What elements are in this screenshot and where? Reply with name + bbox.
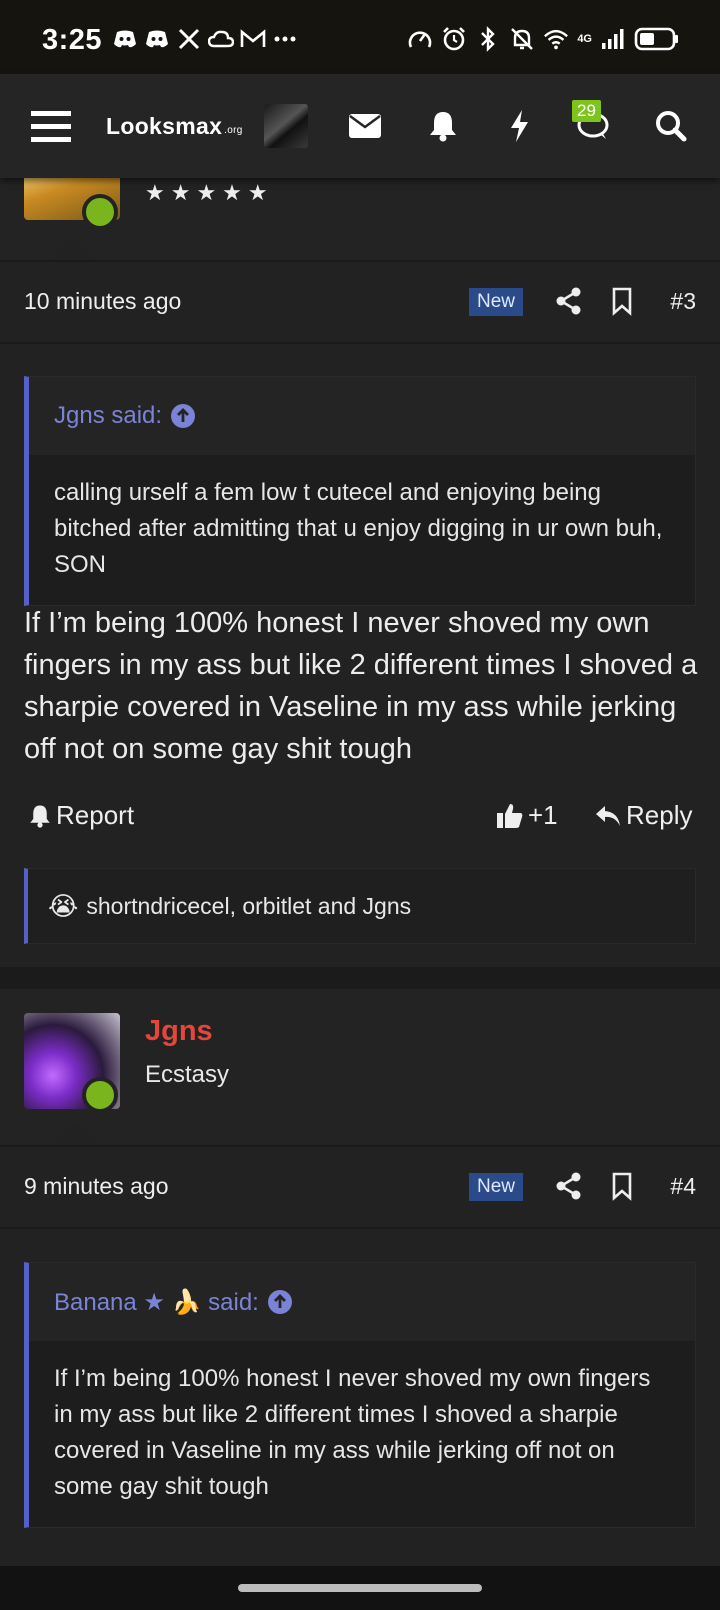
signal-icon [600,26,626,52]
like-count: +1 [528,800,558,830]
logo-suffix: .org [224,124,243,136]
online-indicator [82,194,118,230]
search-icon [656,111,687,142]
divider [0,1227,720,1229]
app-navbar: Looksmax .org 29 [0,74,720,178]
share-icon[interactable] [554,1171,584,1201]
lightning-icon [511,110,528,142]
conversations-button[interactable] [570,74,616,178]
bluetooth-icon [475,26,501,52]
post-3-meta: 10 minutes ago New #3 [0,262,720,342]
status-time: 3:25 [42,24,103,56]
home-gesture-handle[interactable] [238,1584,482,1592]
share-icon[interactable] [554,286,584,316]
new-badge: New [469,288,524,316]
bell-icon [430,112,456,142]
post-number[interactable]: #4 [670,1173,696,1200]
reply-icon [596,805,620,826]
wifi-icon [543,26,569,52]
whats-new-button[interactable] [496,74,542,178]
divider [0,342,720,344]
alarm-icon [441,26,467,52]
user-rating-stars: ★★★★★ [145,180,274,205]
system-nav-bar [0,1566,720,1610]
gmail-icon [240,26,266,52]
notification-icons [112,26,298,52]
quote-author: Banana ★ 🍌 said: [54,1288,259,1316]
quote-attribution[interactable]: Banana ★ 🍌 said: [29,1263,695,1341]
post-3-actions: Report +1 Reply [0,792,720,842]
arrow-up-circle-icon[interactable] [170,403,196,429]
like-button[interactable]: +1 [496,800,558,831]
thumbs-up-icon [497,803,523,828]
report-button[interactable]: Report [28,800,134,831]
mute-icon [509,26,535,52]
bookmark-icon[interactable] [607,1171,637,1201]
alerts-button[interactable] [418,74,468,178]
system-icons: 4G [407,26,680,52]
logo-text: Looksmax [106,112,223,139]
more-icon [272,26,298,52]
post-3-quote: Jgns said: calling urself a fem low t cu… [24,376,696,606]
bookmark-icon[interactable] [607,286,637,316]
account-avatar[interactable] [264,104,308,148]
menu-button[interactable] [26,74,76,178]
header-caret [52,238,96,260]
envelope-icon [349,114,381,138]
post-number[interactable]: #3 [670,288,696,315]
battery-icon [634,26,680,52]
post-4-user-block: Jgns Ecstasy [0,989,720,1145]
conversations-count-badge: 29 [572,100,601,122]
reply-button[interactable]: Reply [594,800,692,831]
post-separator [0,967,720,989]
discord-icon [112,26,138,52]
speedometer-icon [407,26,433,52]
x-icon [176,26,202,52]
bell-icon [30,805,50,828]
discord-icon [144,26,170,52]
post-4-meta: 9 minutes ago New #4 [0,1147,720,1227]
post-3-reactions[interactable]: 😭 shortndricecel, orbitlet and Jgns [24,868,696,944]
quote-text: If I’m being 100% honest I never shoved … [54,1365,651,1500]
new-badge: New [469,1173,524,1201]
status-bar: 3:25 4G [0,0,720,74]
username[interactable]: Jgns [145,1015,213,1048]
network-type: 4G [577,33,592,45]
arrow-up-circle-icon[interactable] [267,1289,293,1315]
thread-content: ★★★★★ 10 minutes ago New #3 Jgns said: c… [0,178,720,1566]
online-indicator [82,1077,118,1113]
reaction-users: shortndricecel, orbitlet and Jgns [86,892,412,919]
header-caret [52,1123,96,1145]
post-3-body: If I’m being 100% honest I never shoved … [24,607,698,765]
reply-label: Reply [626,800,693,830]
reaction-emoji: 😭 [48,890,79,921]
post-time[interactable]: 10 minutes ago [24,288,181,315]
quote-author: Jgns said: [54,402,163,429]
user-title: Ecstasy [145,1061,230,1088]
quote-attribution[interactable]: Jgns said: [29,377,695,455]
quote-text: calling urself a fem low t cutecel and e… [54,479,663,578]
post-3-user-block: ★★★★★ [0,178,720,260]
site-logo[interactable]: Looksmax .org [106,74,243,178]
inbox-button[interactable] [340,74,390,178]
post-4-quote: Banana ★ 🍌 said: If I’m being 100% hones… [24,1262,696,1528]
search-button[interactable] [648,74,694,178]
cloud-icon [208,26,234,52]
post-time[interactable]: 9 minutes ago [24,1173,168,1200]
hamburger-icon [31,111,71,142]
report-label: Report [56,800,135,830]
